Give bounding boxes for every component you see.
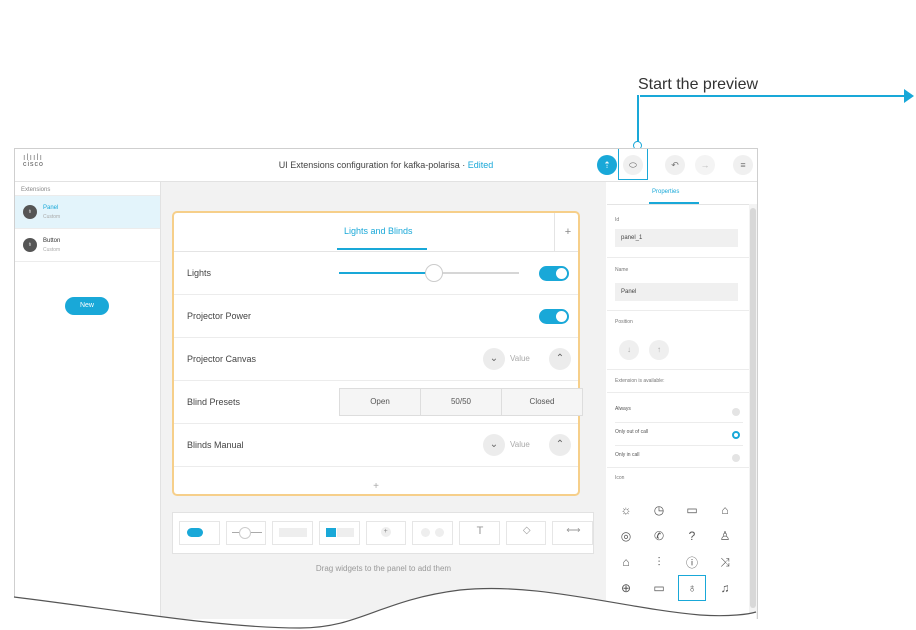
torn-edge [13, 587, 757, 630]
